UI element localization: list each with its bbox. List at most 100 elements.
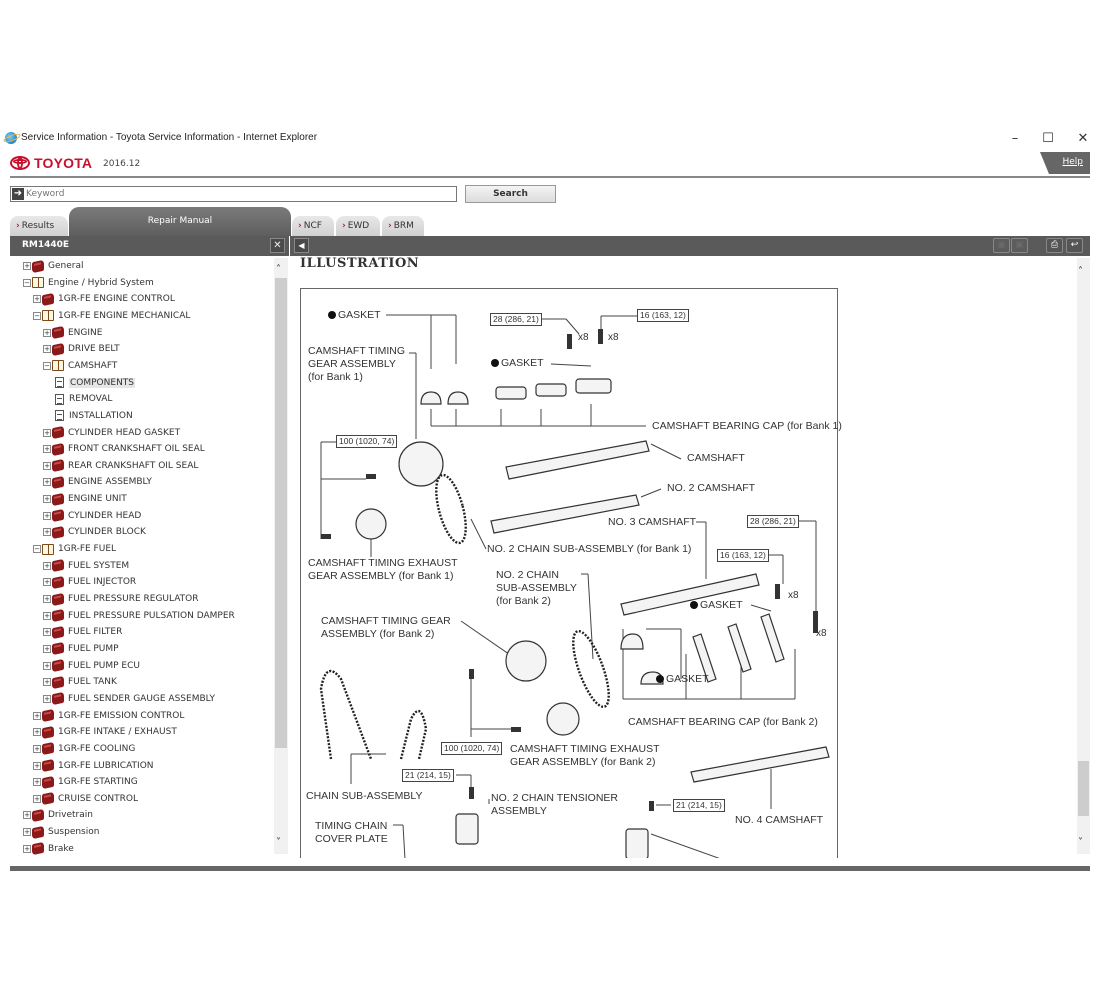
expand-icon[interactable]: + [43,328,51,337]
expand-icon[interactable]: + [43,445,51,454]
tab-repair-manual[interactable]: Repair Manual [69,207,291,236]
close-panel-button[interactable]: ✕ [270,238,285,253]
tree-item[interactable]: + FUEL SENDER GAUGE ASSEMBLY [43,691,215,707]
expand-icon[interactable]: + [23,844,31,853]
scroll-down-icon[interactable]: ˅ [1078,837,1083,848]
tree-item[interactable]: + Brake [23,841,74,857]
help-tab[interactable]: Help [1040,152,1090,174]
closed-book-icon [32,259,44,273]
tree-item[interactable]: + Suspension [23,824,99,840]
tree-item[interactable]: + ENGINE ASSEMBLY [43,474,152,490]
torque-spec: 16 (163, 12) [717,549,769,562]
tree-item[interactable]: − CAMSHAFT [43,358,117,374]
tree-item[interactable]: +1GR-FE EMISSION CONTROL [33,708,184,724]
scroll-down-icon[interactable]: ˅ [276,837,281,848]
expand-icon[interactable]: + [43,578,51,587]
content-scrollbar[interactable]: ˄ ˅ [1077,258,1090,854]
collapse-icon[interactable]: − [33,545,41,554]
expand-icon[interactable]: + [33,295,41,304]
expand-icon[interactable]: + [33,778,41,787]
tree-item-label: ENGINE ASSEMBLY [68,477,152,488]
tree-item[interactable]: +1GR-FE ENGINE CONTROL [33,291,175,307]
expand-icon[interactable]: + [43,678,51,687]
tree-item[interactable]: + FUEL INJECTOR [43,574,136,590]
tree-item[interactable]: +1GR-FE COOLING [33,741,135,757]
keyword-input[interactable] [26,187,454,201]
tree-item[interactable]: + CYLINDER HEAD GASKET [43,425,180,441]
scroll-thumb[interactable] [1078,761,1089,816]
expand-icon[interactable]: + [43,694,51,703]
expand-icon[interactable]: + [33,761,41,770]
header-divider [10,176,1090,178]
tree-item[interactable]: + FUEL PUMP [43,641,119,657]
tree-item[interactable]: +1GR-FE INTAKE / EXHAUST [33,724,177,740]
tree-item[interactable]: + General [23,258,83,274]
expand-icon[interactable]: + [43,461,51,470]
expand-icon[interactable]: + [43,511,51,520]
tree-item[interactable]: + FUEL TANK [43,674,117,690]
tree-item[interactable]: + DRIVE BELT [43,341,120,357]
search-button[interactable]: Search [465,185,556,203]
tab-brm[interactable]: › BRM [382,216,424,236]
scroll-up-icon[interactable]: ˄ [276,264,281,275]
tree-item[interactable]: + FUEL PRESSURE REGULATOR [43,591,199,607]
tree-item[interactable]: + FUEL PUMP ECU [43,658,140,674]
tree-item[interactable]: + FUEL SYSTEM [43,558,129,574]
tree-item[interactable]: +1GR-FE LUBRICATION [33,758,154,774]
expand-icon[interactable]: + [23,811,31,820]
tree-item[interactable]: INSTALLATION [53,408,133,424]
expand-icon[interactable]: + [43,595,51,603]
tab-ewd[interactable]: › EWD [336,216,380,236]
tree-item[interactable]: + FRONT CRANKSHAFT OIL SEAL [43,441,205,457]
scroll-thumb[interactable] [275,278,287,748]
expand-icon[interactable]: + [33,728,41,737]
tree-item[interactable]: REMOVAL [53,391,112,407]
collapse-icon[interactable]: − [33,311,41,320]
tree-item[interactable]: + REAR CRANKSHAFT OIL SEAL [43,458,198,474]
close-window-button[interactable]: ✕ [1068,129,1098,149]
tree-item[interactable]: + Drivetrain [23,807,93,823]
help-link[interactable]: Help [1062,157,1083,167]
tree-item[interactable]: + CYLINDER BLOCK [43,524,146,540]
tree-item[interactable]: + CRUISE CONTROL [33,791,138,807]
expand-icon[interactable]: + [43,661,51,670]
tab-ncf[interactable]: › NCF [292,216,334,236]
expand-icon[interactable]: + [43,611,51,620]
expand-icon[interactable]: + [43,495,51,504]
expand-icon[interactable]: + [33,794,41,803]
tab-results[interactable]: › Results [10,216,68,236]
expand-icon[interactable]: + [23,262,31,270]
expand-icon[interactable]: + [43,345,51,354]
return-button[interactable]: ↩ [1066,238,1083,253]
collapse-panel-button[interactable]: ◀ [294,238,309,253]
collapse-icon[interactable]: − [23,278,31,287]
tree-item[interactable]: − 1GR-FE FUEL [33,541,116,557]
collapse-icon[interactable]: − [43,361,51,370]
tree-item[interactable]: − 1GR-FE ENGINE MECHANICAL [33,308,190,324]
closed-book-icon [42,725,54,739]
expand-icon[interactable]: + [43,428,51,437]
scroll-up-icon[interactable]: ˄ [1078,266,1083,277]
expand-icon[interactable]: + [33,711,41,720]
next-page-button[interactable]: ▣ [1011,238,1028,253]
expand-icon[interactable]: + [43,644,51,653]
minimize-button[interactable]: – [1000,129,1030,149]
expand-icon[interactable]: + [43,528,51,537]
tree-item[interactable]: + FUEL FILTER [43,624,122,640]
tree-item[interactable]: + FUEL PRESSURE PULSATION DAMPER [43,608,235,624]
expand-icon[interactable]: + [43,628,51,637]
tree-item[interactable]: + CYLINDER HEAD [43,508,141,524]
expand-icon[interactable]: + [23,828,31,837]
tree-item[interactable]: + ENGINE [43,325,102,341]
expand-icon[interactable]: + [43,561,51,570]
print-button[interactable]: ⎙ [1046,238,1063,253]
expand-icon[interactable]: + [43,478,51,487]
maximize-button[interactable]: ☐ [1033,129,1063,149]
tree-item[interactable]: + ENGINE UNIT [43,491,127,507]
previous-page-button[interactable]: ▣ [993,238,1010,253]
expand-icon[interactable]: + [33,744,41,753]
tree-scrollbar[interactable]: ˄ ˅ [274,258,288,854]
tree-item[interactable]: − Engine / Hybrid System [23,275,154,291]
tree-item[interactable]: +1GR-FE STARTING [33,774,138,790]
tree-item[interactable]: COMPONENTS [53,375,136,391]
